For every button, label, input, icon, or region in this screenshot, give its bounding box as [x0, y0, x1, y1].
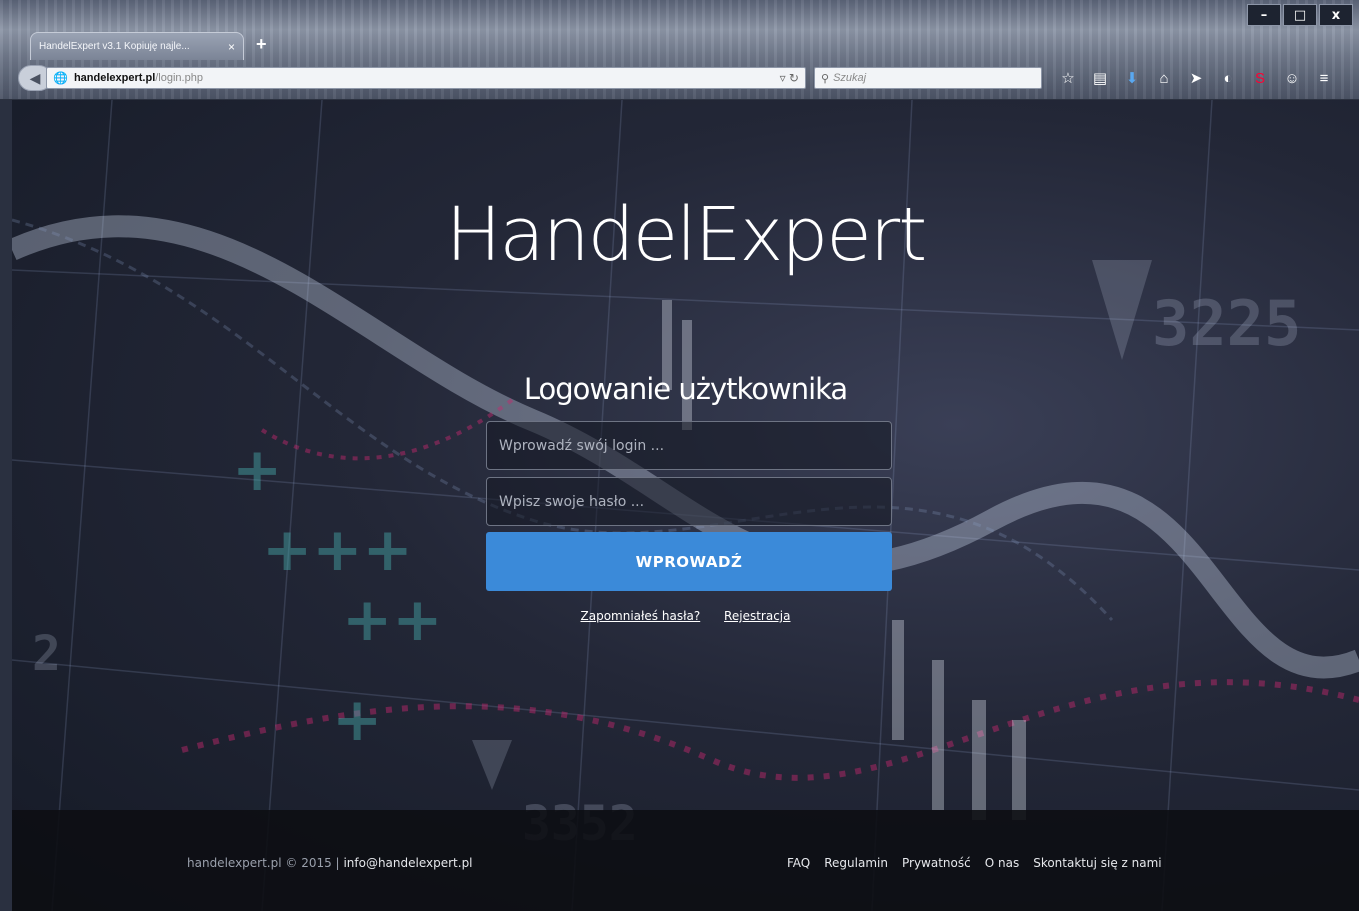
browser-tab[interactable]: HandelExpert v3.1 Kopiuję najle... × — [30, 32, 244, 60]
maximize-button[interactable]: □ — [1283, 4, 1317, 26]
footer-link-faq[interactable]: FAQ — [787, 856, 810, 870]
search-icon: ⚲ — [821, 72, 830, 85]
site-logo: HandelExpert — [445, 192, 927, 278]
new-tab-button[interactable]: + — [256, 34, 267, 55]
minimize-button[interactable]: – — [1247, 4, 1281, 26]
send-icon[interactable]: ➤ — [1186, 68, 1206, 88]
login-input[interactable] — [486, 421, 892, 470]
svg-text:+: + — [332, 685, 382, 755]
bg-number: 3225 — [1152, 287, 1301, 360]
copyright-text: handelexpert.pl © 2015 | — [187, 856, 340, 870]
search-bar[interactable]: ⚲ Szukaj — [814, 67, 1042, 89]
browser-window: – □ x HandelExpert v3.1 Kopiuję najle...… — [0, 0, 1359, 911]
window-controls: – □ x — [1247, 4, 1353, 26]
url-path: /login.php — [155, 72, 203, 84]
reading-list-icon[interactable]: ▤ — [1090, 68, 1110, 88]
close-window-button[interactable]: x — [1319, 4, 1353, 26]
footer-link-contact[interactable]: Skontaktuj się z nami — [1033, 856, 1161, 870]
extension-icon[interactable]: ◐ — [1218, 68, 1238, 88]
footer-nav: FAQ Regulamin Prywatność O nas Skontaktu… — [787, 856, 1162, 870]
page-footer: handelexpert.pl © 2015 | info@handelexpe… — [12, 810, 1359, 911]
svg-text:+++: +++ — [262, 515, 413, 585]
footer-copyright: handelexpert.pl © 2015 | info@handelexpe… — [187, 856, 473, 870]
globe-icon: 🌐 — [53, 71, 68, 85]
login-links: Zapomniałeś hasła? Rejestracja — [12, 609, 1359, 623]
footer-link-about[interactable]: O nas — [985, 856, 1019, 870]
footer-email-link[interactable]: info@handelexpert.pl — [343, 856, 472, 870]
login-page: + +++ ++ + 3225 3352 2 HandelExpert Logo… — [12, 100, 1359, 911]
home-icon[interactable]: ⌂ — [1154, 68, 1174, 88]
url-bar[interactable]: 🌐 handelexpert.pl/login.php ▿ ↻ — [46, 67, 806, 89]
login-submit-button[interactable]: WPROWADŹ — [486, 532, 892, 591]
download-icon[interactable]: ⬇ — [1122, 68, 1142, 88]
menu-icon[interactable]: ≡ — [1314, 68, 1334, 88]
tab-title: HandelExpert v3.1 Kopiuję najle... — [39, 41, 190, 52]
smiley-icon[interactable]: ☺ — [1282, 68, 1302, 88]
tab-close-icon[interactable]: × — [228, 40, 235, 54]
bookmark-star-icon[interactable]: ☆ — [1058, 68, 1078, 88]
login-title: Logowanie użytkownika — [523, 372, 848, 406]
browser-chrome: – □ x HandelExpert v3.1 Kopiuję najle...… — [0, 0, 1359, 100]
navigation-bar: ◀ 🌐 handelexpert.pl/login.php ▿ ↻ ⚲ Szuk… — [18, 64, 1359, 92]
forgot-password-link[interactable]: Zapomniałeś hasła? — [581, 609, 701, 623]
bg-number: 2 — [32, 626, 61, 682]
footer-link-regulamin[interactable]: Regulamin — [824, 856, 888, 870]
reload-icon[interactable]: ▿ ↻ — [780, 71, 799, 85]
footer-link-privacy[interactable]: Prywatność — [902, 856, 971, 870]
svg-text:+: + — [232, 435, 282, 505]
addon-s-icon[interactable]: S — [1250, 68, 1270, 88]
search-placeholder: Szukaj — [833, 72, 867, 84]
toolbar-icons: ☆ ▤ ⬇ ⌂ ➤ ◐ S ☺ ≡ — [1058, 68, 1334, 88]
register-link[interactable]: Rejestracja — [724, 609, 790, 623]
url-domain: handelexpert.pl — [73, 72, 156, 84]
password-input[interactable] — [486, 477, 892, 526]
